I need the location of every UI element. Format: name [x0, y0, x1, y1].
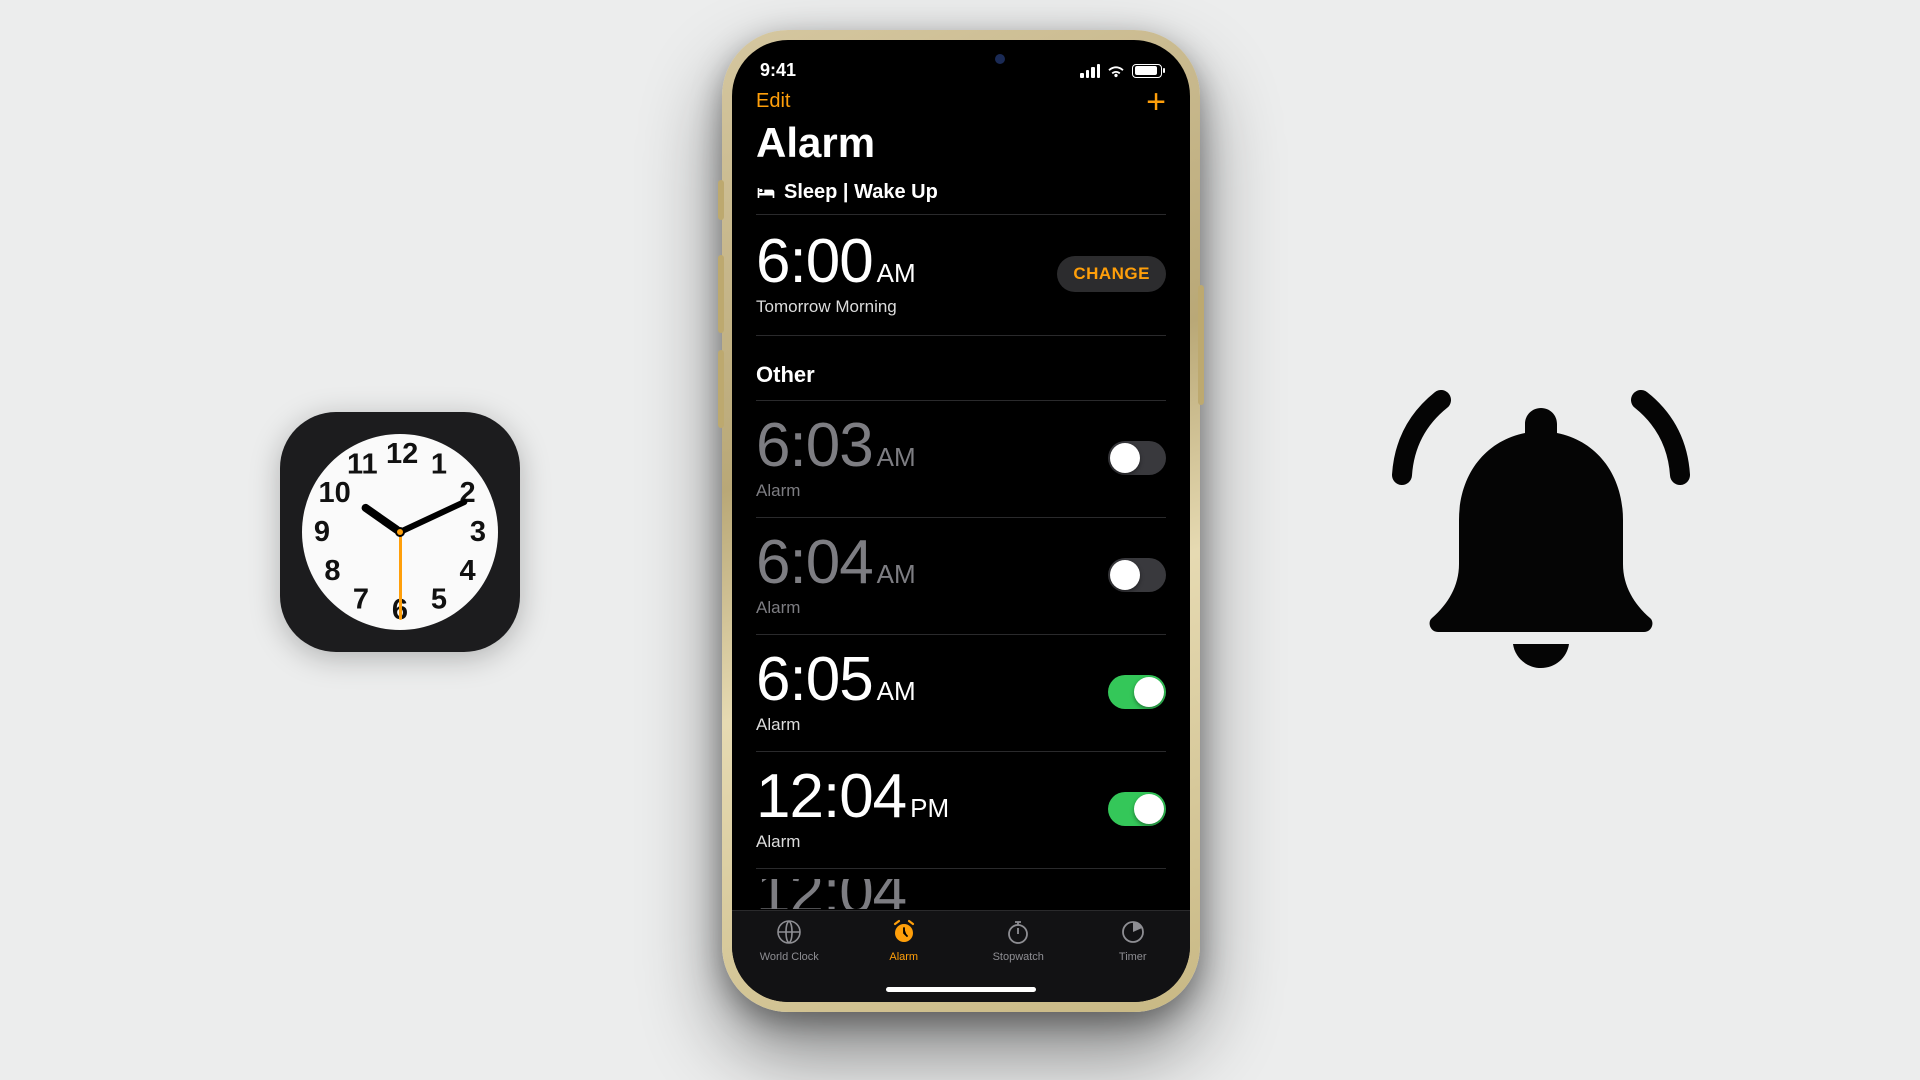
- second-hand-icon: [399, 532, 402, 620]
- bell-ringing-icon: [1386, 390, 1696, 670]
- sleep-header-text: Sleep | Wake Up: [784, 181, 938, 204]
- tab-label: Timer: [1119, 951, 1147, 963]
- battery-icon: [1132, 64, 1162, 78]
- sleep-alarm-row[interactable]: 6:00AM Tomorrow Morning CHANGE: [732, 215, 1190, 335]
- alarm-toggle[interactable]: [1108, 675, 1166, 709]
- alarm-time: 6:04AM: [756, 532, 916, 594]
- status-time: 9:41: [760, 60, 796, 81]
- phone-screen: 9:41 Edit + Alarm Sleep | Wake Up: [732, 40, 1190, 1002]
- alarm-icon: [891, 919, 917, 948]
- alarm-row[interactable]: 6:04AM Alarm: [732, 518, 1190, 634]
- sleep-alarm-time: 6:00AM: [756, 231, 916, 293]
- sleep-section-header: Sleep | Wake Up: [732, 181, 1190, 214]
- alarm-time: 12:04PM: [756, 766, 949, 828]
- tab-world[interactable]: World Clock: [732, 919, 847, 963]
- change-sleep-button[interactable]: CHANGE: [1057, 256, 1166, 292]
- cellular-signal-icon: [1080, 64, 1100, 78]
- sleep-alarm-subtext: Tomorrow Morning: [756, 297, 916, 317]
- timer-icon: [1120, 919, 1146, 948]
- alarm-row[interactable]: 6:03AM Alarm: [732, 401, 1190, 517]
- alarm-label: Alarm: [756, 481, 916, 501]
- clock-app-icon: 121234567891011: [280, 412, 520, 652]
- alarm-time: 6:05AM: [756, 649, 916, 711]
- other-section-header: Other: [732, 336, 1190, 400]
- home-indicator[interactable]: [886, 987, 1036, 992]
- page-title: Alarm: [756, 119, 1166, 167]
- alarm-row[interactable]: 12:04PM Alarm: [732, 752, 1190, 868]
- add-alarm-button[interactable]: +: [1146, 92, 1166, 112]
- clock-face: 121234567891011: [302, 434, 498, 630]
- alarm-row-partial: 12:04: [732, 869, 1190, 909]
- edit-button[interactable]: Edit: [756, 90, 790, 113]
- bed-icon: [756, 186, 776, 200]
- tab-timer[interactable]: Timer: [1076, 919, 1191, 963]
- tab-bar: World Clock Alarm Stopwatch Timer: [732, 910, 1190, 1002]
- wifi-icon: [1106, 64, 1126, 78]
- stopwatch-icon: [1005, 919, 1031, 948]
- alarm-toggle[interactable]: [1108, 441, 1166, 475]
- alarm-time: 6:03AM: [756, 415, 916, 477]
- tab-label: World Clock: [760, 951, 819, 963]
- world-icon: [776, 919, 802, 948]
- tab-label: Stopwatch: [993, 951, 1044, 963]
- alarm-label: Alarm: [756, 832, 949, 852]
- tab-alarm[interactable]: Alarm: [847, 919, 962, 963]
- tab-label: Alarm: [889, 951, 918, 963]
- alarm-label: Alarm: [756, 715, 916, 735]
- alarm-row[interactable]: 6:05AM Alarm: [732, 635, 1190, 751]
- alarm-label: Alarm: [756, 598, 916, 618]
- alarm-toggle[interactable]: [1108, 558, 1166, 592]
- iphone-frame: 9:41 Edit + Alarm Sleep | Wake Up: [722, 30, 1200, 1012]
- tab-stopwatch[interactable]: Stopwatch: [961, 919, 1076, 963]
- alarm-toggle[interactable]: [1108, 792, 1166, 826]
- notch: [877, 40, 1045, 74]
- minute-hand-icon: [399, 498, 469, 535]
